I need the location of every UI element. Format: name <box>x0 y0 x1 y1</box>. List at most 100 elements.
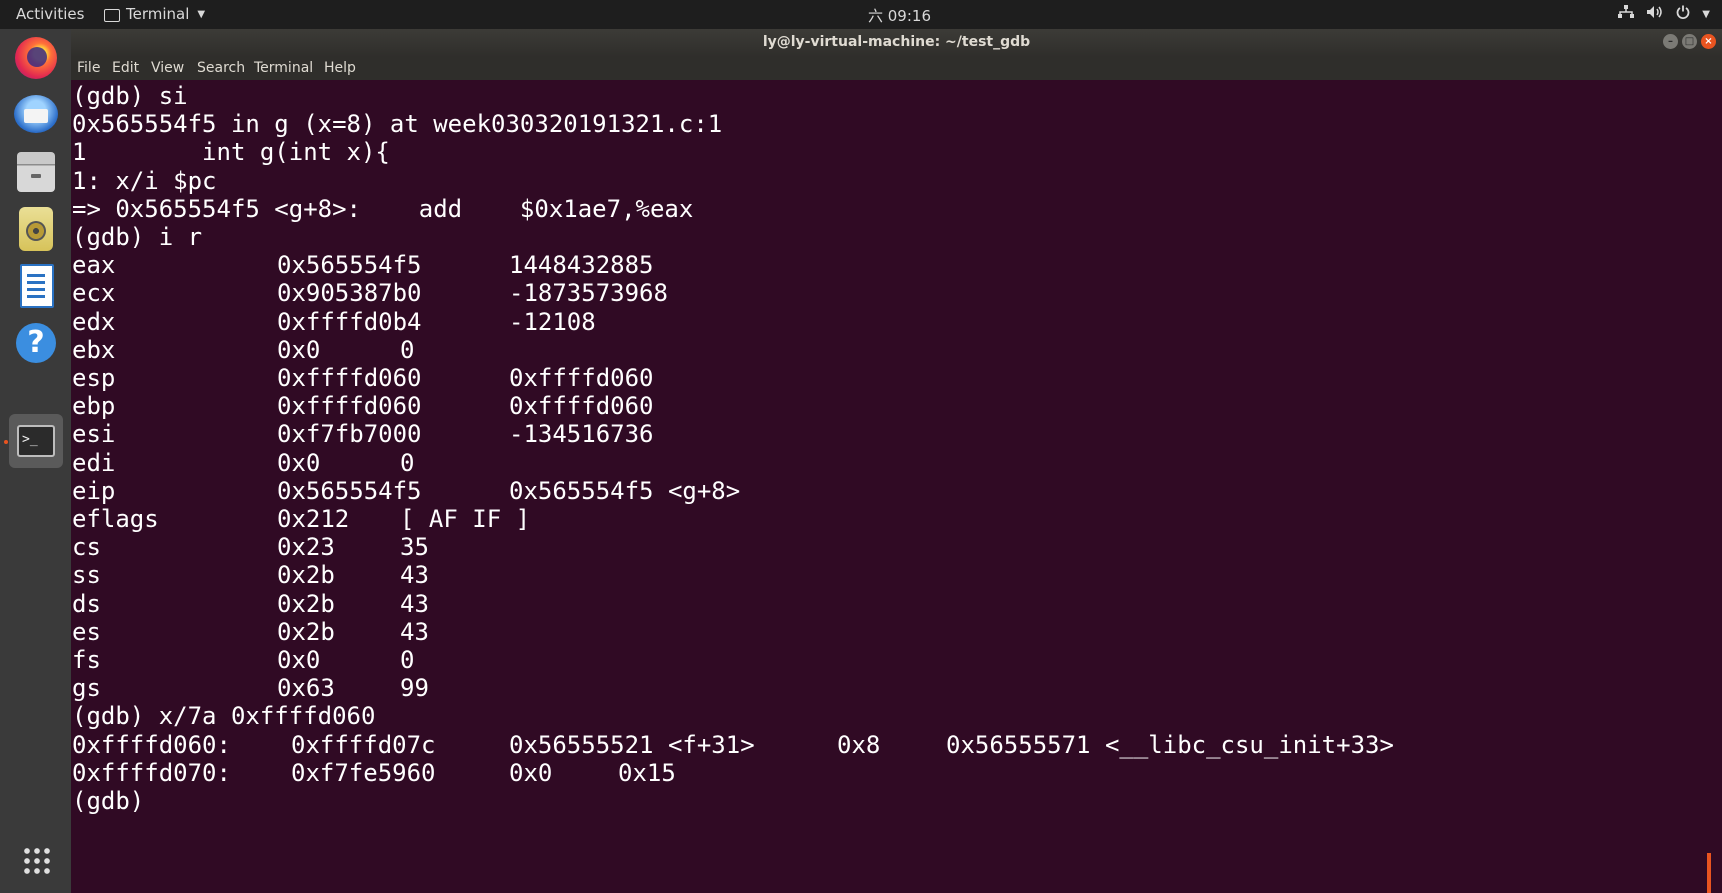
register-hex-value: 0x212 <box>277 505 350 533</box>
rhythmbox-icon <box>19 207 53 251</box>
register-name: eflags <box>72 505 159 533</box>
mail-icon <box>14 95 58 133</box>
register-hex-value: 0x2b <box>277 617 335 646</box>
terminal-line: (gdb) <box>72 787 159 815</box>
register-hex-value: 0xffffd060 <box>277 392 422 421</box>
register-hex-value: 0x23 <box>277 533 335 562</box>
show-applications-grid-icon[interactable] <box>22 846 52 876</box>
menu-view[interactable]: View <box>151 60 184 76</box>
activities-button[interactable]: Activities <box>16 5 84 23</box>
register-name: ecx <box>72 279 116 308</box>
help-icon: ? <box>16 323 56 363</box>
window-controls: – □ × <box>1663 34 1716 49</box>
memory-word: 0x0 <box>509 758 553 787</box>
terminal-window: ly@ly-virtual-machine: ~/test_gdb – □ × … <box>71 29 1722 893</box>
register-name: esi <box>72 420 116 449</box>
scrollbar-indicator[interactable] <box>1707 853 1711 893</box>
memory-word: 0x8 <box>837 730 881 759</box>
memory-word: 0xffffd07c <box>291 730 436 759</box>
register-name: esp <box>72 364 116 392</box>
register-natural-value: [ AF IF ] <box>400 505 531 533</box>
terminal-output[interactable]: (gdb) si 0x565554f5 in g (x=8) at week030… <box>71 80 1711 893</box>
volume-icon <box>1646 5 1664 23</box>
register-name: ebp <box>72 392 116 421</box>
dock-item-rhythmbox[interactable] <box>9 201 63 255</box>
app-menu-label: Terminal <box>126 5 190 23</box>
register-hex-value: 0xffffd0b4 <box>277 307 422 336</box>
dock-item-files[interactable] <box>9 144 63 198</box>
minimize-icon[interactable]: – <box>1663 34 1678 49</box>
window-title: ly@ly-virtual-machine: ~/test_gdb <box>762 34 1031 50</box>
register-name: ds <box>72 589 101 618</box>
memory-address: 0xffffd060: <box>72 730 231 759</box>
register-hex-value: 0x0 <box>277 335 321 364</box>
menu-edit[interactable]: Edit <box>112 60 139 76</box>
register-natural-value: 0x565554f5 <g+8> <box>509 476 741 505</box>
dock: ? >_ <box>0 29 72 893</box>
menu-bar: File Edit View Search Terminal Help <box>71 57 1722 80</box>
register-natural-value: 43 <box>400 561 429 590</box>
register-hex-value: 0x63 <box>277 674 335 703</box>
register-name: eip <box>72 476 116 505</box>
register-hex-value: 0x565554f5 <box>277 251 422 280</box>
register-name: ss <box>72 561 101 590</box>
app-menu-button[interactable]: Terminal ▼ <box>104 5 205 23</box>
register-name: edi <box>72 448 116 477</box>
chevron-down-icon: ▼ <box>197 8 206 20</box>
register-hex-value: 0xf7fb7000 <box>277 420 422 449</box>
register-hex-value: 0x0 <box>277 646 321 674</box>
register-name: eax <box>72 251 116 280</box>
register-natural-value: 0 <box>400 335 415 364</box>
dock-item-thunderbird[interactable] <box>9 87 63 141</box>
terminal-line: (gdb) x/7a 0xffffd060 <box>72 702 376 731</box>
dock-item-writer[interactable] <box>9 259 63 313</box>
memory-word: 0xf7fe5960 <box>291 758 436 787</box>
terminal-line: (gdb) si <box>72 82 188 110</box>
menu-help[interactable]: Help <box>324 60 356 76</box>
top-bar: Activities Terminal ▼ 六 09:16 ▼ <box>0 0 1722 29</box>
desktop-screen: Activities Terminal ▼ 六 09:16 ▼ ? >_ ly@… <box>0 0 1722 893</box>
register-natural-value: 1448432885 <box>509 251 654 280</box>
writer-document-icon <box>20 264 54 308</box>
menu-file[interactable]: File <box>77 60 100 76</box>
register-name: gs <box>72 674 101 703</box>
dock-item-terminal[interactable]: >_ <box>9 414 63 468</box>
memory-word: 0x56555521 <f+31> <box>509 730 755 759</box>
terminal-app-icon <box>104 8 120 22</box>
register-name: edx <box>72 307 116 336</box>
clock[interactable]: 六 09:16 <box>868 5 931 26</box>
terminal-line: => 0x565554f5 <g+8>: add $0x1ae7,%eax <box>72 194 694 223</box>
register-name: cs <box>72 533 101 562</box>
active-indicator <box>4 440 8 444</box>
memory-address: 0xffffd070: <box>72 758 231 787</box>
register-natural-value: 0 <box>400 646 415 674</box>
maximize-icon[interactable]: □ <box>1682 34 1697 49</box>
register-name: fs <box>72 646 101 674</box>
firefox-icon <box>15 37 57 79</box>
power-icon <box>1676 5 1690 23</box>
terminal-line: 1 int g(int x){ <box>72 138 390 167</box>
terminal-icon: >_ <box>17 425 55 457</box>
dock-item-help[interactable]: ? <box>9 316 63 370</box>
register-name: ebx <box>72 335 116 364</box>
register-natural-value: 35 <box>400 533 429 562</box>
terminal-line: (gdb) i r <box>72 223 203 251</box>
register-name: es <box>72 617 101 646</box>
register-natural-value: 0xffffd060 <box>509 364 654 392</box>
dock-item-firefox[interactable] <box>9 31 63 85</box>
menu-search[interactable]: Search <box>197 60 245 76</box>
system-menu[interactable]: ▼ <box>1618 5 1710 23</box>
window-titlebar[interactable]: ly@ly-virtual-machine: ~/test_gdb – □ × <box>71 29 1722 57</box>
register-natural-value: -134516736 <box>509 420 654 449</box>
memory-word: 0x56555571 <__libc_csu_init+33> <box>946 730 1394 759</box>
register-natural-value: 43 <box>400 617 429 646</box>
register-natural-value: 0xffffd060 <box>509 392 654 421</box>
register-hex-value: 0xffffd060 <box>277 364 422 392</box>
terminal-line: 1: x/i $pc <box>72 166 217 195</box>
menu-terminal[interactable]: Terminal <box>254 60 313 76</box>
terminal-line: 0x565554f5 in g (x=8) at week03032019132… <box>72 110 723 139</box>
register-hex-value: 0x905387b0 <box>277 279 422 308</box>
register-hex-value: 0x2b <box>277 561 335 590</box>
close-icon[interactable]: × <box>1701 34 1716 49</box>
register-natural-value: 0 <box>400 448 415 477</box>
